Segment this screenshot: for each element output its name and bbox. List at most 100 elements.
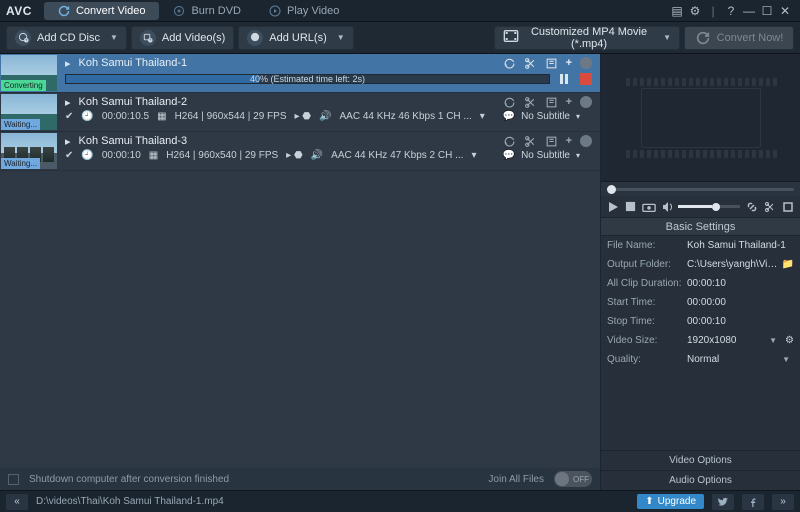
stop-button[interactable]	[580, 73, 592, 85]
status-badge: Waiting...	[1, 158, 40, 169]
setting-stop-time[interactable]: Stop Time:00:00:10	[601, 312, 800, 331]
minimize-button[interactable]: —	[740, 2, 758, 20]
file-item[interactable]: Waiting... ▸ Koh Samui Thailand-3 + ✔	[0, 132, 600, 171]
button-label: Convert Now!	[717, 32, 784, 44]
setting-start-time[interactable]: Start Time:00:00:00	[601, 293, 800, 312]
video-info: H264 | 960x540 | 29 FPS	[166, 150, 278, 161]
clock-icon: 🕘	[81, 150, 93, 161]
gear-icon[interactable]: ⚙	[785, 335, 794, 346]
expand-arrow-icon[interactable]: ▸	[65, 96, 71, 109]
snapshot-button[interactable]	[642, 201, 656, 213]
join-all-label: Join All Files	[488, 474, 544, 485]
edit-icon[interactable]	[545, 135, 558, 148]
video-info: H264 | 960x544 | 29 FPS	[175, 111, 287, 122]
divider: |	[704, 2, 722, 20]
add-cd-disc-button[interactable]: + Add CD Disc ▼	[6, 26, 127, 50]
chevron-down-icon: ▼	[337, 33, 345, 42]
setting-video-size[interactable]: Video Size:1920x1080▼⚙	[601, 331, 800, 350]
progress-text: 40% (Estimated time left: 2s)	[250, 74, 365, 84]
seek-bar[interactable]	[601, 182, 800, 196]
add-videos-button[interactable]: + Add Video(s)	[131, 26, 234, 50]
duration: 00:00:10.5	[102, 111, 149, 122]
cut-icon[interactable]	[764, 201, 776, 213]
settings-icon[interactable]: ⚙	[686, 2, 704, 20]
setting-output-folder[interactable]: Output Folder:C:\Users\yangh\Videos...📁	[601, 255, 800, 274]
video-track-select[interactable]: ▸ ⬣	[286, 150, 303, 161]
switch-state: OFF	[573, 475, 589, 484]
play-button[interactable]	[607, 201, 619, 213]
audio-options-button[interactable]: Audio Options	[601, 470, 800, 490]
volume-slider[interactable]	[662, 201, 740, 213]
subtitle-icon: 💬	[503, 111, 515, 122]
remove-item-button[interactable]	[580, 96, 592, 108]
pause-button[interactable]	[558, 72, 572, 86]
chevron-down-icon[interactable]: ▾	[480, 111, 485, 122]
add-track-button[interactable]: +	[566, 135, 572, 147]
close-button[interactable]: ✕	[776, 2, 794, 20]
button-label: Add URL(s)	[269, 32, 326, 44]
chevron-down-icon[interactable]: ▼	[765, 336, 781, 345]
video-track-select[interactable]: ▸ ⬣	[295, 111, 312, 122]
folder-icon[interactable]: 📁	[782, 259, 794, 270]
file-item[interactable]: Waiting... ▸ Koh Samui Thailand-2 + ✔	[0, 93, 600, 132]
file-title: Koh Samui Thailand-3	[79, 135, 495, 147]
thumbnail: Waiting...	[1, 133, 57, 169]
settings-header: Basic Settings	[601, 218, 800, 236]
link-icon[interactable]	[746, 201, 758, 213]
refresh-icon[interactable]	[503, 135, 516, 148]
subtitle-label: No Subtitle	[521, 111, 570, 122]
remove-item-button[interactable]	[580, 57, 592, 69]
film-icon: ▦	[149, 150, 158, 161]
audio-info: AAC 44 KHz 47 Kbps 2 CH ...	[331, 150, 463, 161]
convert-now-button[interactable]: Convert Now!	[684, 26, 794, 50]
menu-icon[interactable]: ▤	[668, 2, 686, 20]
remove-item-button[interactable]	[580, 135, 592, 147]
stop-button[interactable]	[625, 201, 636, 212]
help-icon[interactable]: ?	[722, 2, 740, 20]
expand-arrow-icon[interactable]: ▸	[65, 57, 71, 70]
disc-plus-icon: +	[15, 30, 31, 46]
tab-label: Convert Video	[76, 5, 146, 17]
add-urls-button[interactable]: Add URL(s) ▼	[238, 26, 353, 50]
refresh-icon[interactable]	[503, 57, 516, 70]
add-track-button[interactable]: +	[566, 96, 572, 108]
crop-icon[interactable]	[782, 201, 794, 213]
add-track-button[interactable]: +	[566, 57, 572, 69]
tab-convert-video[interactable]: Convert Video	[44, 2, 160, 20]
tab-play-video[interactable]: Play Video	[255, 2, 353, 20]
chevron-down-icon[interactable]: ▾	[471, 150, 476, 161]
setting-quality[interactable]: Quality:Normal▼	[601, 350, 800, 369]
duration: 00:00:10	[102, 150, 141, 161]
refresh-icon[interactable]	[503, 96, 516, 109]
shutdown-checkbox[interactable]	[8, 474, 19, 485]
tab-burn-dvd[interactable]: Burn DVD	[159, 2, 255, 20]
chevron-down-icon: ▼	[110, 33, 118, 42]
edit-icon[interactable]	[545, 96, 558, 109]
subtitle-select[interactable]: 💬 No Subtitle ▾	[503, 150, 592, 161]
subtitle-label: No Subtitle	[521, 150, 570, 161]
output-profile-select[interactable]: Customized MP4 Movie (*.mp4) ▼	[494, 26, 680, 50]
thumbnail: Converting	[1, 55, 57, 91]
cut-icon[interactable]	[524, 57, 537, 70]
prev-page-button[interactable]: «	[6, 494, 28, 510]
cut-icon[interactable]	[524, 96, 537, 109]
profile-label: Customized MP4 Movie (*.mp4)	[525, 26, 653, 50]
video-options-button[interactable]: Video Options	[601, 450, 800, 470]
chevron-down-icon: ▾	[576, 112, 580, 121]
play-icon	[269, 5, 281, 17]
file-item[interactable]: Converting ▸ Koh Samui Thailand-1 +	[0, 54, 600, 93]
subtitle-select[interactable]: 💬 No Subtitle ▾	[503, 111, 592, 122]
edit-icon[interactable]	[545, 57, 558, 70]
next-page-button[interactable]: »	[772, 494, 794, 510]
check-icon: ✔	[65, 150, 73, 161]
cut-icon[interactable]	[524, 135, 537, 148]
expand-arrow-icon[interactable]: ▸	[65, 135, 71, 148]
clock-icon: 🕘	[81, 111, 93, 122]
twitter-button[interactable]	[712, 494, 734, 510]
facebook-button[interactable]	[742, 494, 764, 510]
chevron-down-icon[interactable]: ▼	[778, 355, 794, 364]
join-all-switch[interactable]: OFF	[554, 471, 592, 487]
maximize-button[interactable]: ☐	[758, 2, 776, 20]
chevron-down-icon: ▾	[576, 151, 580, 160]
upgrade-button[interactable]: ⬆Upgrade	[637, 494, 704, 509]
